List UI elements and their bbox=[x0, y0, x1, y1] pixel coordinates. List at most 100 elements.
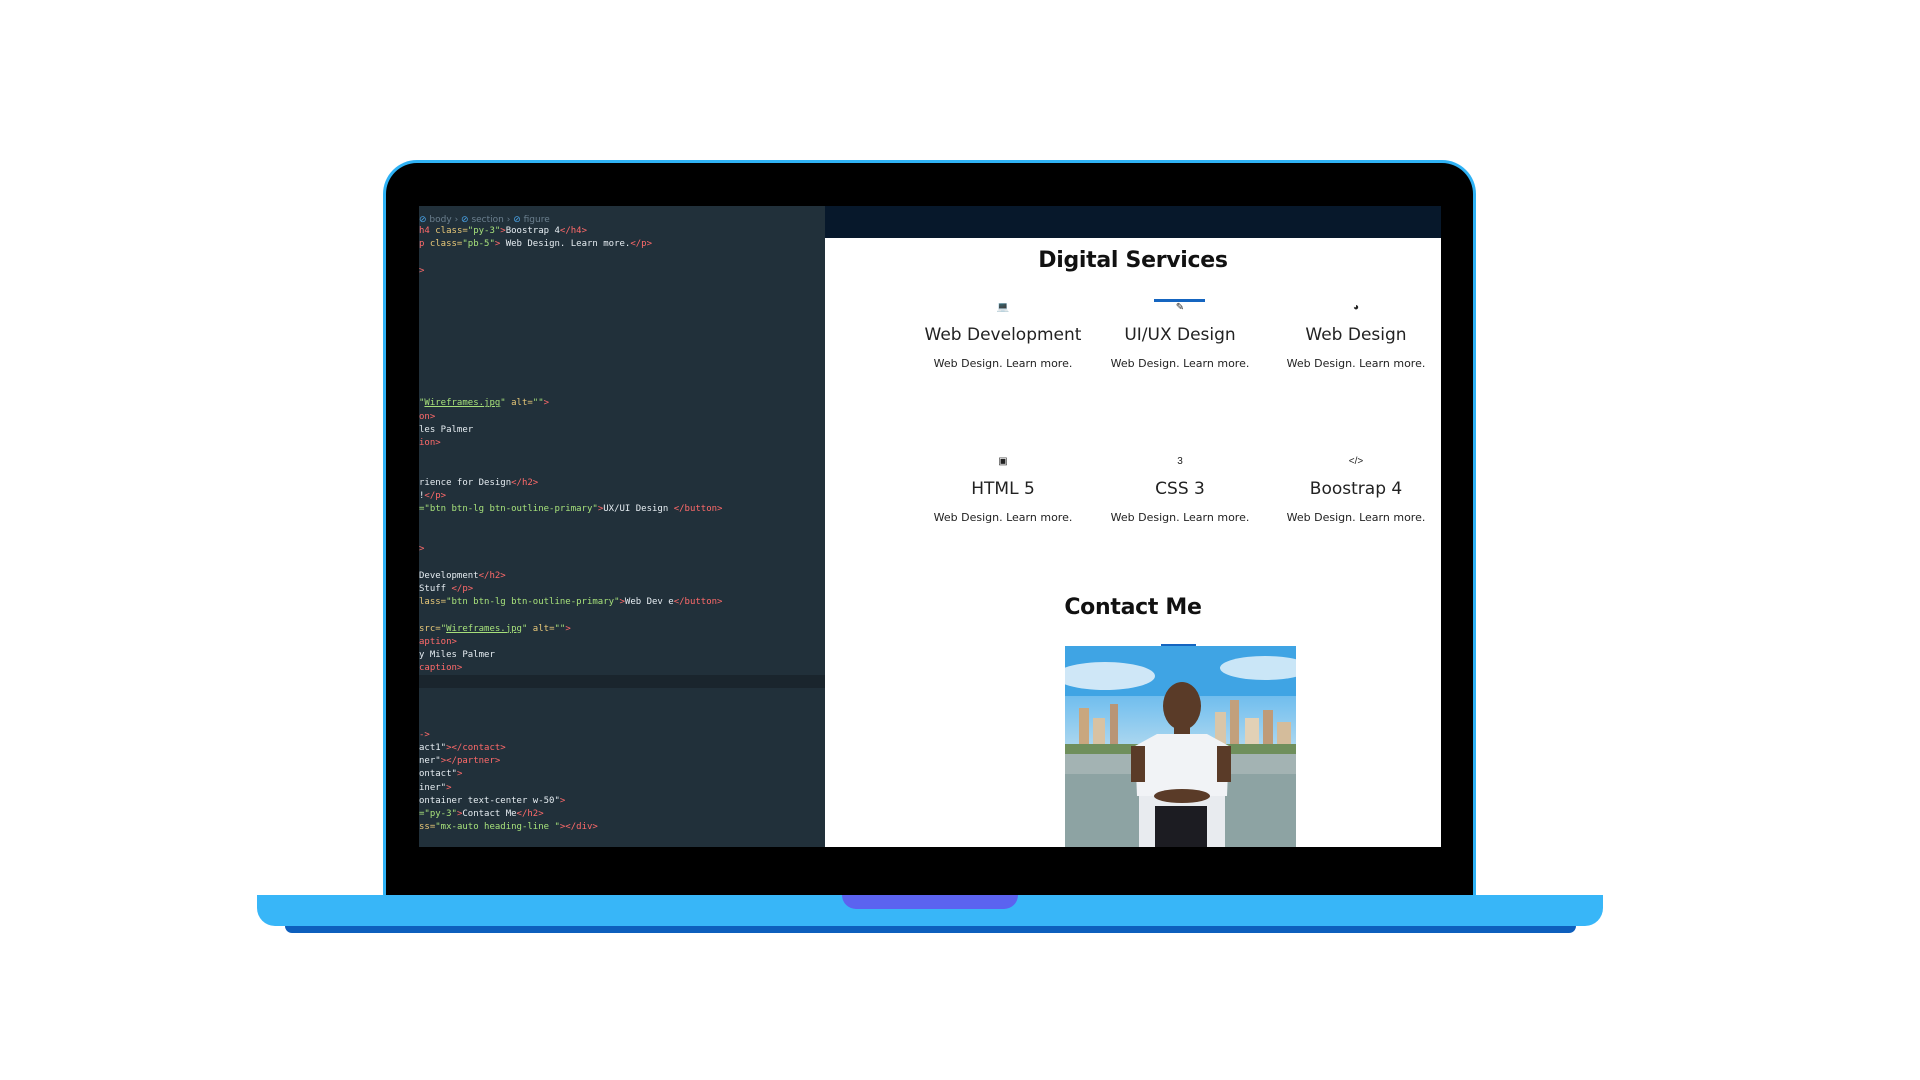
code-token: </h2> bbox=[478, 570, 506, 581]
element-icon: ⊘ bbox=[419, 215, 427, 225]
code-line[interactable]: ="py-3">Contact Me</h2> bbox=[419, 808, 544, 821]
code-line[interactable]: ontact"> bbox=[419, 768, 462, 781]
service-web-development: 💻 Web Development Web Design. Learn more… bbox=[915, 302, 1091, 370]
code-token: "pb-5" bbox=[462, 239, 495, 250]
code-token: > bbox=[456, 769, 463, 780]
code-token: Boostrap 4 bbox=[505, 226, 560, 236]
service-desc: Web Design. Learn more. bbox=[1110, 357, 1250, 370]
service-title: UI/UX Design bbox=[1124, 325, 1236, 345]
code-token: class= bbox=[435, 226, 468, 236]
code-token: Wireframes.jpg bbox=[424, 398, 501, 409]
code-token: "mx-auto heading-line " bbox=[435, 822, 560, 833]
navbar bbox=[825, 206, 1441, 238]
code-token: ></div> bbox=[559, 822, 598, 833]
laptop-notch bbox=[842, 895, 1018, 909]
code-token: UX/UI Design bbox=[603, 504, 674, 515]
code-line[interactable]: ss="mx-auto heading-line "></div> bbox=[419, 821, 598, 834]
code-token: > bbox=[446, 782, 452, 793]
code-token: </p> bbox=[630, 239, 653, 250]
active-line-highlight bbox=[419, 675, 825, 688]
code-token: act1" bbox=[419, 742, 447, 753]
code-token: alt= bbox=[527, 623, 555, 634]
service-title: Web Design bbox=[1305, 325, 1407, 345]
code-token: ontact" bbox=[419, 769, 457, 780]
service-bootstrap4: </> Boostrap 4 Web Design. Learn more. bbox=[1268, 456, 1441, 524]
code-token: ="py-3" bbox=[419, 809, 457, 819]
code-token: les Palmer bbox=[419, 424, 474, 435]
code-token: Contact Me bbox=[462, 809, 517, 819]
code-line[interactable]: les Palmer bbox=[419, 424, 473, 437]
code-token: rience for Design bbox=[419, 477, 512, 488]
code-token: ="btn btn-lg btn-outline-primary" bbox=[419, 504, 598, 515]
service-desc: Web Design. Learn more. bbox=[1286, 357, 1426, 370]
code-token: caption> bbox=[419, 663, 463, 674]
code-line[interactable]: > bbox=[419, 543, 424, 556]
laptop-base-shadow bbox=[285, 926, 1576, 933]
code-token: </h2> bbox=[516, 809, 544, 819]
code-line[interactable]: src="Wireframes.jpg" alt=""> bbox=[419, 623, 571, 636]
code-token: y Miles Palmer bbox=[419, 650, 495, 660]
briefcase-icon: ▣ bbox=[998, 456, 1008, 467]
code-token: ss= bbox=[419, 822, 436, 833]
code-token: </h4> bbox=[559, 226, 587, 236]
code-line[interactable]: y Miles Palmer bbox=[419, 649, 495, 662]
code-line[interactable]: ontainer text-center w-50"> bbox=[419, 795, 565, 808]
code-token: "py-3" bbox=[467, 226, 501, 236]
service-web-design: ◕ Web Design Web Design. Learn more. bbox=[1268, 302, 1441, 370]
service-css3: 3 CSS 3 Web Design. Learn more. bbox=[1092, 456, 1268, 524]
code-icon: </> bbox=[1348, 456, 1364, 467]
code-token: > bbox=[565, 623, 571, 634]
code-line[interactable]: iner"> bbox=[419, 782, 452, 795]
code-token: alt= bbox=[505, 398, 533, 409]
code-token: ontainer text-center w-50" bbox=[419, 795, 560, 806]
code-token: > bbox=[419, 265, 425, 276]
code-token: ></contact> bbox=[446, 742, 506, 753]
code-token: h4 bbox=[419, 226, 436, 236]
breadcrumb-item[interactable]: body bbox=[429, 215, 451, 225]
service-desc: Web Design. Learn more. bbox=[933, 511, 1073, 524]
code-line[interactable]: > bbox=[419, 265, 424, 278]
code-token: </button> bbox=[673, 504, 723, 515]
contact-photo bbox=[1065, 646, 1296, 847]
code-token: </p> bbox=[451, 583, 474, 594]
code-token: -> bbox=[419, 729, 430, 740]
code-token: </h2> bbox=[511, 477, 539, 488]
breadcrumb: ⊘ body › ⊘ section › ⊘ figure bbox=[419, 215, 550, 225]
code-line[interactable]: rience for Design</h2> bbox=[419, 477, 538, 490]
code-token: lass= bbox=[419, 597, 447, 607]
code-token: src= bbox=[419, 623, 441, 634]
code-line[interactable]: !</p> bbox=[419, 490, 446, 503]
laptop-icon: 💻 bbox=[996, 302, 1010, 313]
code-line[interactable]: on> bbox=[419, 411, 435, 424]
code-line[interactable]: ="btn btn-lg btn-outline-primary">UX/UI … bbox=[419, 503, 722, 516]
code-line[interactable]: h4 class="py-3">Boostrap 4</h4> bbox=[419, 225, 587, 238]
code-token: </button> bbox=[673, 597, 723, 607]
breadcrumb-item[interactable]: section bbox=[471, 215, 503, 225]
code-token: "btn btn-lg btn-outline-primary" bbox=[446, 597, 620, 607]
code-line[interactable]: Stuff </p> bbox=[419, 583, 473, 596]
code-line[interactable]: p class="pb-5"> Web Design. Learn more.<… bbox=[419, 238, 652, 251]
service-desc: Web Design. Learn more. bbox=[933, 357, 1073, 370]
code-line[interactable]: caption> bbox=[419, 662, 462, 675]
code-line[interactable]: -> bbox=[419, 729, 430, 742]
code-line[interactable]: ner"></partner> bbox=[419, 755, 500, 768]
code-line[interactable]: ion> bbox=[419, 437, 441, 450]
service-html5: ▣ HTML 5 Web Design. Learn more. bbox=[915, 456, 1091, 524]
code-editor[interactable]: ⊘ body › ⊘ section › ⊘ figure h4 class="… bbox=[419, 206, 825, 847]
code-token: Web Dev e bbox=[624, 597, 674, 607]
code-line[interactable]: Development</h2> bbox=[419, 570, 506, 583]
code-line[interactable]: lass="btn btn-lg btn-outline-primary">We… bbox=[419, 596, 722, 609]
code-token: ion> bbox=[419, 438, 441, 448]
pencil-icon: ✎ bbox=[1175, 302, 1185, 313]
code-token: > bbox=[419, 544, 425, 554]
service-ui-ux-design: ✎ UI/UX Design Web Design. Learn more. bbox=[1092, 302, 1268, 370]
code-line[interactable]: "Wireframes.jpg" alt=""> bbox=[419, 397, 549, 410]
code-token: iner" bbox=[419, 782, 447, 793]
browser-preview: Digital Services 💻 Web Development Web D… bbox=[825, 206, 1441, 847]
breadcrumb-item[interactable]: figure bbox=[524, 215, 550, 225]
code-line[interactable]: act1"></contact> bbox=[419, 742, 506, 755]
code-token: ></partner> bbox=[440, 756, 501, 766]
code-line[interactable]: aption> bbox=[419, 636, 457, 649]
services-heading: Digital Services bbox=[1038, 248, 1228, 273]
code-token: p bbox=[419, 239, 430, 250]
